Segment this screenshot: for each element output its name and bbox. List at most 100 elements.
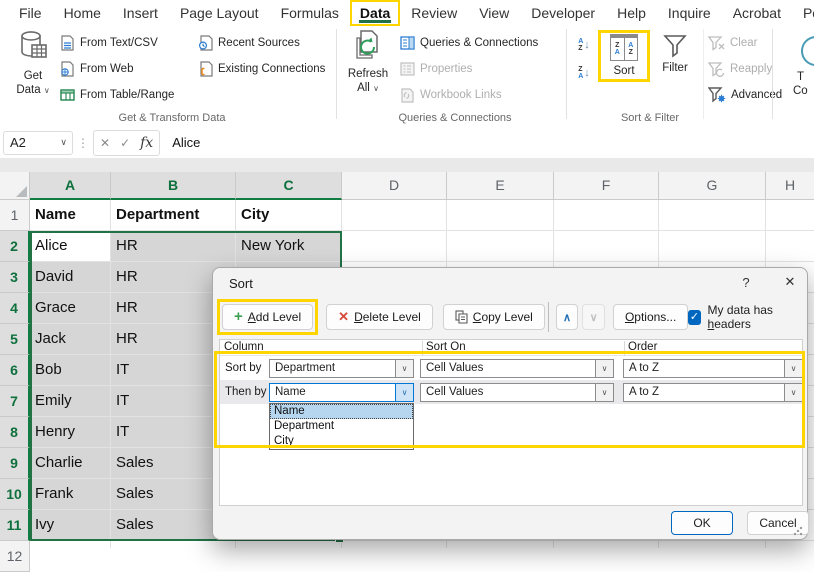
existing-connections-button[interactable]: Existing Connections	[198, 58, 325, 80]
select-all-corner[interactable]	[0, 172, 30, 200]
dropdown-option-city[interactable]: City	[270, 434, 413, 449]
cell-A9[interactable]: Charlie	[30, 448, 111, 479]
tab-insert[interactable]: Insert	[112, 0, 169, 26]
row-header-7[interactable]: 7	[0, 386, 30, 417]
row-header-8[interactable]: 8	[0, 417, 30, 448]
tab-view[interactable]: View	[468, 0, 520, 26]
row-header-3[interactable]: 3	[0, 262, 30, 293]
ok-button[interactable]: OK	[671, 511, 733, 535]
chevron-down-icon[interactable]: ∨	[395, 384, 413, 401]
cell-B1[interactable]: Department	[111, 200, 236, 231]
recent-sources-button[interactable]: Recent Sources	[198, 32, 325, 54]
tab-data[interactable]: Data	[350, 0, 400, 26]
tab-file[interactable]: File	[8, 0, 53, 26]
chevron-down-icon[interactable]: ∨	[595, 384, 613, 401]
tab-formulas[interactable]: Formulas	[270, 0, 350, 26]
cell-B2[interactable]: HR	[111, 231, 236, 262]
level1-column-dropdown[interactable]: Department ∨	[269, 359, 414, 378]
row-header-11[interactable]: 11	[0, 510, 30, 541]
group-label-sort-filter: Sort & Filter	[621, 112, 679, 124]
levels-header-row: Column Sort On Order	[220, 340, 802, 356]
row-header-4[interactable]: 4	[0, 293, 30, 324]
level1-order-dropdown[interactable]: A to Z ∨	[623, 359, 803, 378]
copy-level-button[interactable]: Copy Level	[443, 304, 545, 330]
resize-grip[interactable]	[793, 526, 803, 536]
move-level-up-button[interactable]: ∧	[556, 304, 579, 330]
column-header-f[interactable]: F	[554, 172, 659, 200]
column-header-b[interactable]: B	[111, 172, 236, 200]
formula-bar-value[interactable]: Alice	[172, 135, 200, 150]
sort-dialog-toolbar: + Add Level ✕ Delete Level Copy Level ∧ …	[213, 296, 809, 338]
column-header-e[interactable]: E	[447, 172, 554, 200]
level2-sort-on-dropdown[interactable]: Cell Values ∨	[420, 383, 614, 402]
cell-C1[interactable]: City	[236, 200, 342, 231]
name-box-chevron-icon[interactable]: ∨	[60, 137, 67, 148]
row-header-6[interactable]: 6	[0, 355, 30, 386]
column-header-h[interactable]: H	[766, 172, 814, 200]
sort-dialog-button[interactable]: ZA AZ Sort	[602, 34, 646, 78]
cell-A2-active[interactable]: Alice	[30, 231, 111, 262]
chevron-up-icon: ∧	[563, 311, 571, 324]
filter-button[interactable]: Filter	[652, 34, 698, 75]
delete-level-button[interactable]: ✕ Delete Level	[326, 304, 433, 330]
cell-A6[interactable]: Bob	[30, 355, 111, 386]
row-header-10[interactable]: 10	[0, 479, 30, 510]
cell-C2[interactable]: New York	[236, 231, 342, 262]
my-data-has-headers-checkbox[interactable]: ✓ My data has headers	[688, 303, 809, 331]
cell-A3[interactable]: David	[30, 262, 111, 293]
level2-order-dropdown[interactable]: A to Z ∨	[623, 383, 803, 402]
row-header-5[interactable]: 5	[0, 324, 30, 355]
sheet-row	[30, 541, 814, 548]
cell-A5[interactable]: Jack	[30, 324, 111, 355]
queries-connections-button[interactable]: Queries & Connections	[400, 32, 538, 54]
refresh-all-button[interactable]: Refresh All ∨	[342, 30, 394, 96]
help-icon[interactable]: ?	[737, 275, 755, 290]
tab-power-pivot[interactable]: Power P	[792, 0, 814, 26]
from-text-csv-button[interactable]: From Text/CSV	[60, 32, 174, 54]
from-web-button[interactable]: From Web	[60, 58, 174, 80]
column-header-g[interactable]: G	[659, 172, 766, 200]
dropdown-option-department[interactable]: Department	[270, 419, 413, 434]
level2-column-dropdown[interactable]: Name ∨	[269, 383, 414, 402]
column-header-c[interactable]: C	[236, 172, 342, 200]
options-button[interactable]: Options...	[613, 304, 688, 330]
tab-developer[interactable]: Developer	[520, 0, 606, 26]
close-icon[interactable]: ✕	[779, 274, 801, 290]
chevron-down-icon[interactable]: ∨	[784, 384, 802, 401]
cell-A8[interactable]: Henry	[30, 417, 111, 448]
column-header-d[interactable]: D	[342, 172, 447, 200]
cell-A4[interactable]: Grace	[30, 293, 111, 324]
add-level-button[interactable]: + Add Level	[222, 304, 313, 330]
tab-inquire[interactable]: Inquire	[657, 0, 722, 26]
cell-A1[interactable]: Name	[30, 200, 111, 231]
tab-acrobat[interactable]: Acrobat	[722, 0, 792, 26]
sort-ascending-button[interactable]: AZ ↓	[571, 34, 597, 56]
cell-A11[interactable]: Ivy	[30, 510, 111, 541]
chevron-down-icon[interactable]: ∨	[784, 360, 802, 377]
confirm-entry-icon[interactable]: ✓	[120, 136, 130, 150]
cell-A10[interactable]: Frank	[30, 479, 111, 510]
row-header-2[interactable]: 2	[0, 231, 30, 262]
then-by-label: Then by	[225, 386, 267, 398]
chevron-down-icon[interactable]: ∨	[395, 360, 413, 377]
cancel-entry-icon[interactable]: ✕	[100, 136, 110, 150]
row-header-9[interactable]: 9	[0, 448, 30, 479]
row-header-1[interactable]: 1	[0, 200, 30, 231]
tab-review[interactable]: Review	[400, 0, 468, 26]
name-box[interactable]: A2 ∨	[3, 131, 73, 155]
sort-descending-button[interactable]: ZA ↓	[571, 62, 597, 84]
sheet-row: Name Department City	[30, 200, 814, 231]
get-data-button[interactable]: Get Data ∨	[8, 30, 58, 98]
dropdown-option-name[interactable]: Name	[270, 404, 413, 419]
tab-home[interactable]: Home	[53, 0, 112, 26]
row-header-12[interactable]: 12	[0, 541, 30, 572]
column-header-a[interactable]: A	[30, 172, 111, 200]
from-table-range-button[interactable]: From Table/Range	[60, 84, 174, 106]
chevron-down-icon[interactable]: ∨	[595, 360, 613, 377]
cell-A7[interactable]: Emily	[30, 386, 111, 417]
tab-help[interactable]: Help	[606, 0, 657, 26]
level1-sort-on-dropdown[interactable]: Cell Values ∨	[420, 359, 614, 378]
checkbox-checked-icon[interactable]: ✓	[688, 310, 700, 325]
insert-function-icon[interactable]: fx	[140, 135, 153, 151]
tab-page-layout[interactable]: Page Layout	[169, 0, 270, 26]
